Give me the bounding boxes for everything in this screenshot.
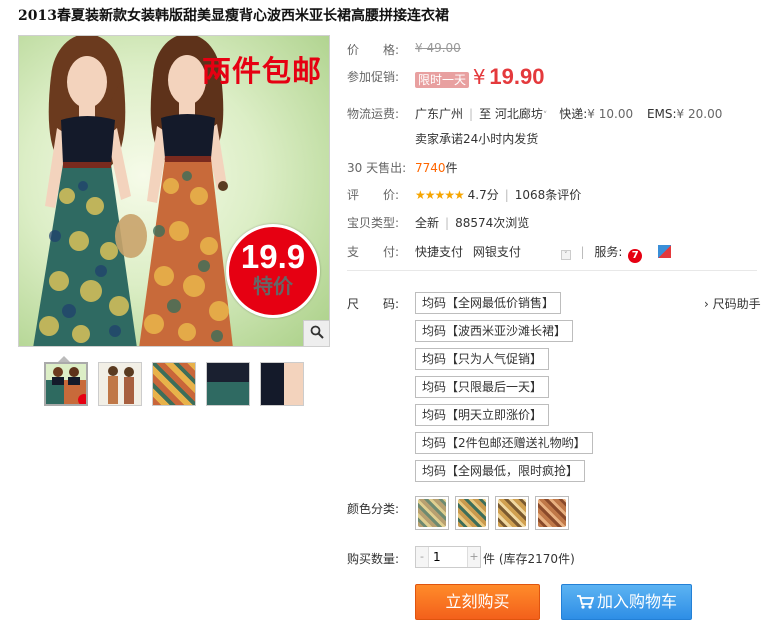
star-rating-icon: ★★★★★ (415, 188, 465, 202)
shipping-values: 广东广州 | 至 河北廊坊˅ 快递:¥ 10.00 EMS:¥ 20.00 (415, 107, 723, 121)
size-option-7[interactable]: 均码【全网最低，限时疯抢】 (415, 460, 586, 482)
rating-row: 评 价: ★★★★★ 4.7分 | 1068条评价 (347, 186, 581, 203)
thumbnail-1[interactable] (44, 362, 88, 406)
promo-overlay-text: 两件包邮 (202, 54, 323, 88)
stock-info: 件 (库存2170件) (483, 550, 575, 567)
rating-label: 评 价: (347, 188, 400, 202)
payment-values: 快捷支付 网银支付 ˅ | 服务: 7 (415, 243, 672, 263)
sales-label: 30 天售出: (347, 161, 407, 175)
sales-values: 7740件 (415, 159, 458, 176)
promo-label: 参加促销: (347, 70, 400, 84)
thumbnail-strip (44, 362, 304, 406)
buy-now-button[interactable]: 立刻购买 (415, 584, 540, 620)
payment-label: 支 付: (347, 245, 400, 259)
category-label: 宝贝类型: (347, 216, 400, 230)
shipping-label: 物流运费: (347, 107, 400, 121)
payment-dropdown-icon[interactable]: ˅ (560, 250, 571, 260)
payment-row: 支 付: 快捷支付 网银支付 ˅ | 服务: 7 (347, 243, 672, 263)
ship-from: 广东广州 (415, 107, 464, 121)
size-option-2[interactable]: 均码【波西米亚沙滩长裙】 (415, 320, 574, 342)
shipping-row: 物流运费: 广东广州 | 至 河北廊坊˅ 快递:¥ 10.00 EMS:¥ 20.0… (347, 105, 722, 122)
product-title: 2013春夏装新款女装韩版甜美显瘦背心波西米亚长裙高腰拼接连衣裙 (18, 8, 449, 24)
color-swatch-4[interactable] (535, 496, 569, 530)
ship-to-prefix: 至 (479, 107, 492, 121)
quantity-increase-button[interactable]: + (468, 547, 480, 567)
add-to-cart-label: 加入购物车 (596, 592, 677, 611)
review-count-link[interactable]: 1068条评价 (515, 188, 582, 202)
category-row: 宝贝类型: 全新 | 88574次浏览 (347, 214, 529, 231)
original-price: ¥ 49.00 (415, 41, 461, 55)
item-condition: 全新 (415, 216, 440, 230)
quantity-unit: 件 (483, 552, 496, 566)
color-label: 颜色分类: (347, 502, 400, 516)
view-count: 88574次浏览 (455, 216, 530, 230)
color-row: 颜色分类: (347, 500, 399, 517)
sales-unit: 件 (445, 161, 458, 175)
quantity-row: 购买数量: (347, 550, 399, 567)
size-row: 尺 码: (347, 295, 399, 312)
price-label: 价 格: (347, 43, 400, 57)
rating-score: 4.7分 (467, 188, 499, 202)
quantity-stepper: - + (415, 546, 481, 568)
size-label: 尺 码: (347, 297, 400, 311)
ship-to-select[interactable]: 河北廊坊 (495, 107, 543, 121)
promo-price: 19.90 (489, 64, 545, 89)
credit-card-icon[interactable] (658, 245, 672, 258)
stock-count: (库存2170件) (498, 552, 575, 566)
size-helper-link[interactable]: › 尺码助手 (704, 295, 761, 312)
add-to-cart-button[interactable]: 加入购物车 (561, 584, 692, 620)
size-option-6[interactable]: 均码【2件包邮还赠送礼物哟】 (415, 432, 593, 454)
sales-count: 7740 (415, 161, 446, 175)
cart-icon (576, 595, 595, 609)
color-swatch-2[interactable] (455, 496, 489, 530)
main-product-image[interactable]: 两件包邮 19.9 特价 (18, 35, 330, 347)
color-swatches (415, 496, 569, 530)
quantity-input[interactable] (428, 547, 468, 567)
promo-row: 参加促销: 限时一天 ¥ 19.90 (347, 64, 544, 89)
currency-symbol: ¥ (472, 65, 486, 89)
chevron-down-icon[interactable]: ˅ (543, 111, 548, 121)
size-option-4[interactable]: 均码【只限最后一天】 (415, 376, 550, 398)
express-label: 快递: (559, 107, 588, 121)
service-label: 服务: (594, 245, 623, 259)
color-swatch-3[interactable] (495, 496, 529, 530)
badge-label: 特价 (253, 274, 293, 298)
thumbnail-5[interactable] (260, 362, 304, 406)
quantity-label: 购买数量: (347, 552, 400, 566)
express-price: ¥ 10.00 (587, 107, 634, 121)
ems-label: EMS: (646, 107, 677, 121)
sales-row: 30 天售出: 7740件 (347, 159, 458, 176)
promo-price-group: 限时一天 ¥ 19.90 (415, 64, 544, 90)
divider (347, 270, 757, 271)
thumbnail-4[interactable] (206, 362, 250, 406)
quantity-decrease-button[interactable]: - (416, 547, 428, 567)
size-option-5[interactable]: 均码【明天立即涨价】 (415, 404, 550, 426)
size-option-1[interactable]: 均码【全网最低价销售】 (415, 292, 562, 314)
category-values: 全新 | 88574次浏览 (415, 216, 530, 230)
ems-price: ¥ 20.00 (676, 107, 723, 121)
thumbnail-3[interactable] (152, 362, 196, 406)
color-swatch-1[interactable] (415, 496, 449, 530)
magnifier-icon[interactable] (303, 320, 329, 346)
shipping-promise: 卖家承诺24小时内发货 (415, 132, 539, 146)
payment-method-bank: 网银支付 (472, 245, 521, 259)
size-option-3[interactable]: 均码【只为人气促销】 (415, 348, 550, 370)
payment-method-quick: 快捷支付 (415, 245, 464, 259)
rating-values: ★★★★★ 4.7分 | 1068条评价 (415, 188, 582, 202)
thumbnail-2[interactable] (98, 362, 142, 406)
promo-tag: 限时一天 (415, 72, 470, 88)
price-row: 价 格: ¥ 49.00 (347, 41, 461, 58)
seven-day-return-icon[interactable]: 7 (628, 249, 643, 263)
price-badge: 19.9 特价 (226, 224, 320, 318)
badge-price: 19.9 (240, 238, 306, 275)
